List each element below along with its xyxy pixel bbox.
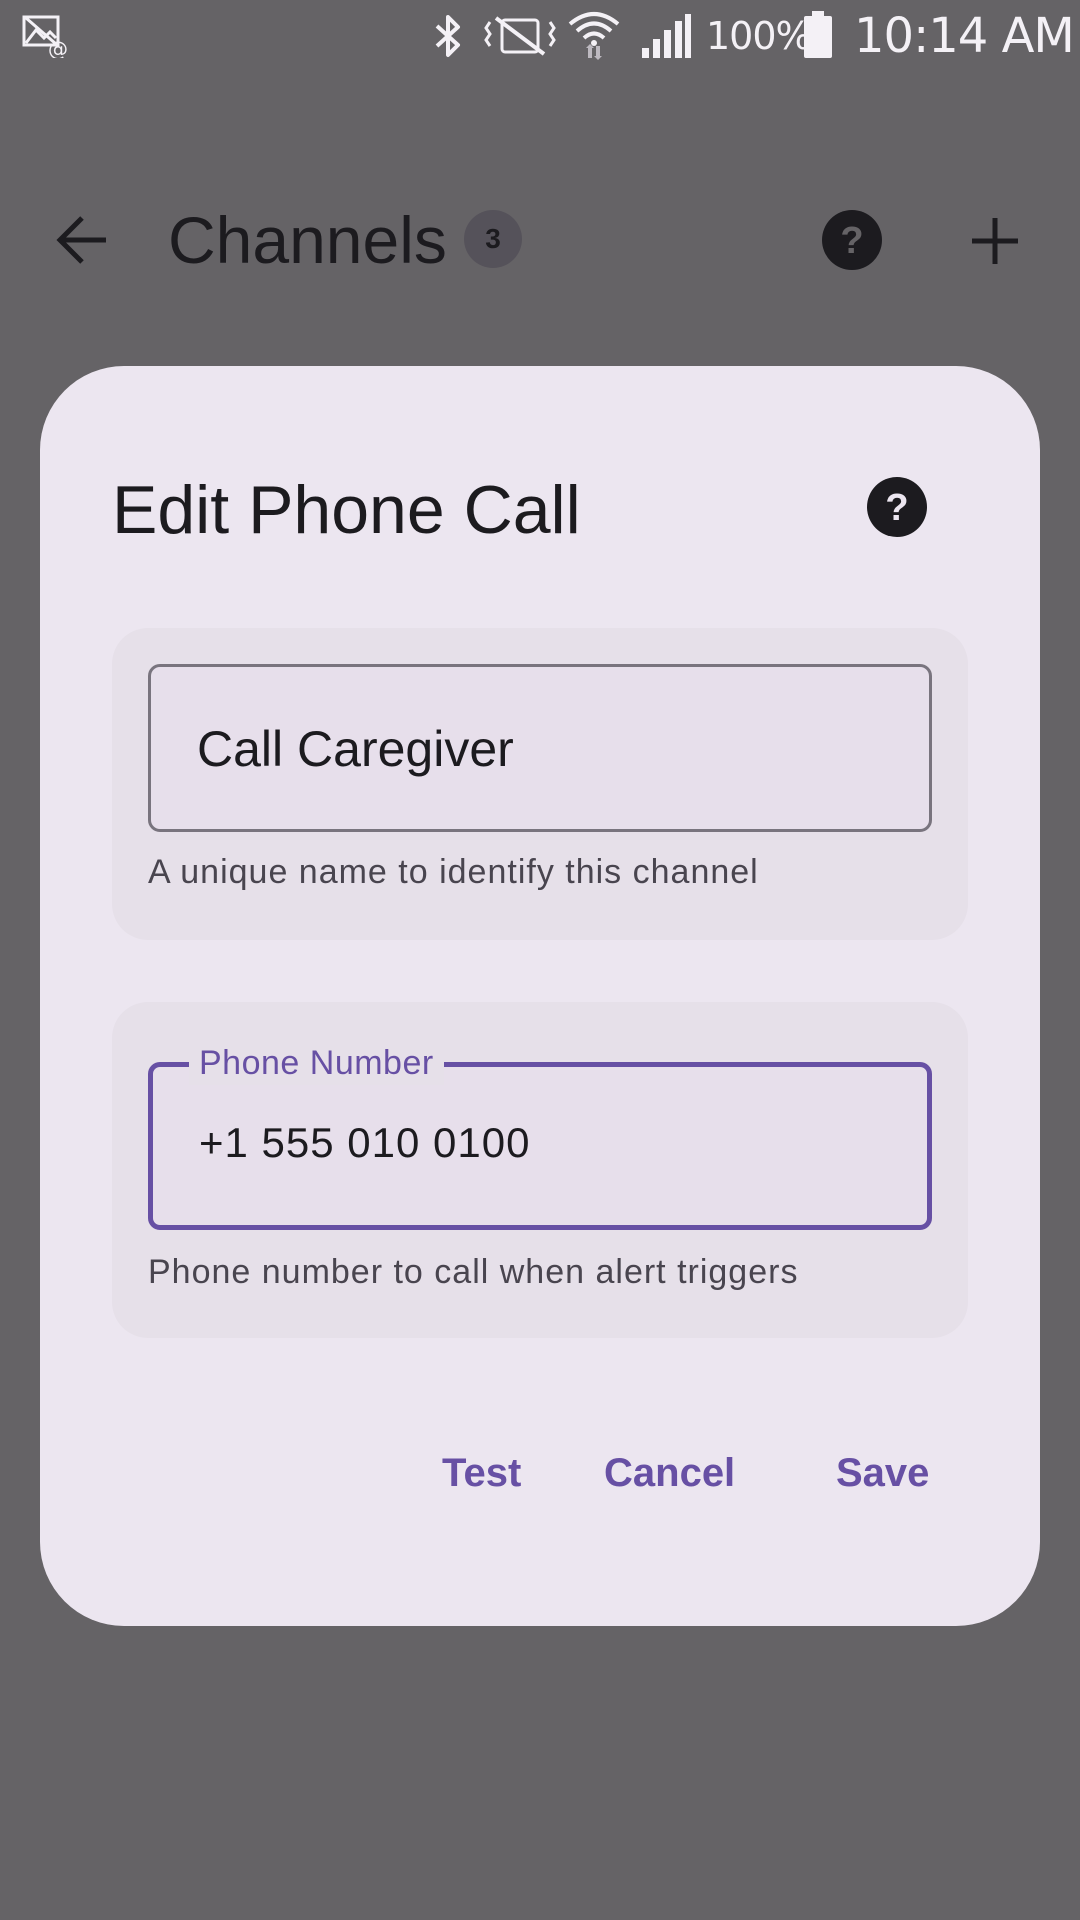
notification-icon: @	[22, 15, 68, 58]
test-button[interactable]: Test	[442, 1448, 521, 1498]
wifi-icon	[568, 12, 620, 60]
back-button[interactable]	[46, 208, 118, 272]
app-bar: Channels 3 ?	[0, 180, 1080, 300]
battery-icon	[804, 11, 832, 58]
status-bar: @ 100% 10:14 AM	[0, 0, 1080, 72]
svg-text:?: ?	[885, 487, 908, 529]
bluetooth-icon	[435, 15, 460, 57]
cancel-button[interactable]: Cancel	[604, 1448, 735, 1498]
dialog-help-button[interactable]: ?	[866, 476, 928, 538]
channel-name-field[interactable]: Call Caregiver	[148, 664, 932, 832]
battery-percentage: 100%	[706, 14, 812, 58]
edit-phone-call-dialog: Edit Phone Call ? Call Caregiver A uniqu…	[40, 366, 1040, 1626]
plus-icon	[972, 218, 1018, 264]
svg-text:@: @	[48, 37, 68, 58]
back-arrow-icon	[56, 216, 106, 264]
phone-number-value: +1 555 010 0100	[199, 1119, 531, 1166]
status-clock: 10:14 AM	[854, 8, 1075, 64]
phone-number-card: Phone Number +1 555 010 0100 Phone numbe…	[112, 1002, 968, 1338]
channel-count-badge: 3	[464, 210, 522, 268]
channel-name-value: Call Caregiver	[197, 721, 514, 777]
dialog-title: Edit Phone Call	[112, 472, 581, 548]
help-icon: ?	[822, 210, 882, 270]
vibrate-mute-icon	[484, 16, 556, 56]
channel-name-supporting-text: A unique name to identify this channel	[148, 853, 759, 891]
channel-name-card: Call Caregiver A unique name to identify…	[112, 628, 968, 940]
page-title: Channels	[168, 203, 447, 277]
svg-text:?: ?	[840, 220, 863, 262]
add-channel-button[interactable]	[962, 208, 1028, 274]
phone-number-supporting-text: Phone number to call when alert triggers	[148, 1253, 799, 1291]
cellular-signal-icon	[642, 14, 691, 58]
help-icon: ?	[867, 477, 927, 537]
save-button[interactable]: Save	[836, 1448, 929, 1498]
phone-number-field[interactable]: Phone Number +1 555 010 0100	[148, 1041, 932, 1230]
phone-number-label: Phone Number	[189, 1041, 444, 1085]
help-button[interactable]: ?	[820, 208, 884, 272]
